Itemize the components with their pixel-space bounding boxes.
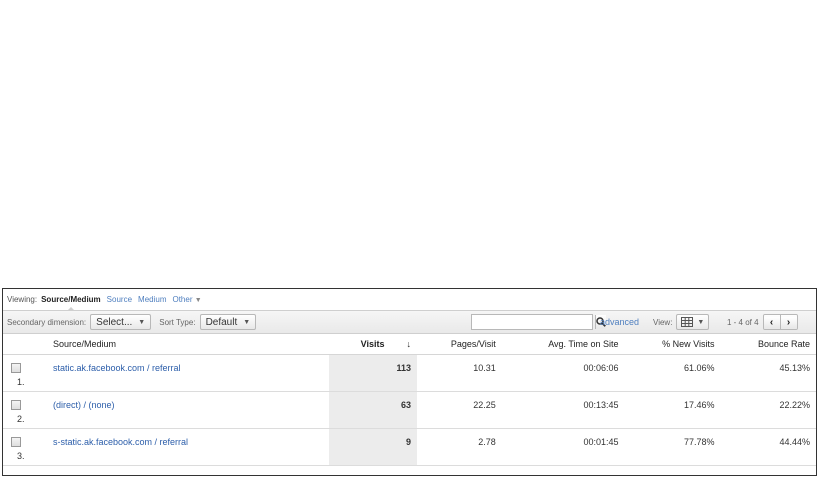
sort-type-value: Default xyxy=(205,316,238,328)
chevron-down-icon: ▼ xyxy=(243,318,251,326)
row-select-cell: 3. xyxy=(3,428,47,466)
table-header-row: Source/Medium Visits ↓ Pages/Visit Avg. T… xyxy=(3,334,816,355)
dimension-source-medium[interactable]: Source/Medium xyxy=(41,295,101,312)
dimension-medium[interactable]: Medium xyxy=(138,295,166,304)
secondary-dimension-dropdown[interactable]: Select... ▼ xyxy=(90,314,152,330)
column-header-source[interactable]: Source/Medium xyxy=(47,334,329,355)
advanced-filter-link[interactable]: advanced xyxy=(600,317,639,327)
search-input[interactable] xyxy=(472,315,595,329)
report-table-panel: Viewing: Source/Medium Source Medium Oth… xyxy=(2,288,817,476)
bounce-rate-cell: 22.22% xyxy=(720,391,816,429)
column-header-bounce-rate[interactable]: Bounce Rate xyxy=(720,334,816,355)
dimension-other[interactable]: Other ▼ xyxy=(172,295,201,304)
view-type-dropdown[interactable]: ▼ xyxy=(676,314,710,330)
row-number: 2. xyxy=(17,414,25,424)
next-page-button[interactable]: › xyxy=(779,315,797,329)
row-number: 1. xyxy=(17,377,25,387)
secondary-dimension-value: Select... xyxy=(96,316,133,328)
bounce-rate-cell: 44.44% xyxy=(720,428,816,466)
dimension-selector: Viewing: Source/Medium Source Medium Oth… xyxy=(3,289,816,312)
source-cell: s-static.ak.facebook.com / referral xyxy=(47,428,329,466)
pages-cell: 22.25 xyxy=(417,391,502,429)
row-range: 1 - 4 of 4 xyxy=(727,317,759,327)
row-checkbox[interactable] xyxy=(11,363,21,373)
data-table: Source/Medium Visits ↓ Pages/Visit Avg. T… xyxy=(3,334,816,466)
secondary-dimension-label: Secondary dimension: xyxy=(7,317,87,327)
table-row: 1. static.ak.facebook.com / referral 113… xyxy=(3,354,816,392)
dimension-other-label: Other xyxy=(172,295,193,304)
visits-cell: 113 xyxy=(329,354,417,392)
sort-type-dropdown[interactable]: Default ▼ xyxy=(199,314,257,330)
new-visits-cell: 77.78% xyxy=(624,428,721,466)
pages-cell: 10.31 xyxy=(417,354,502,392)
source-link[interactable]: s-static.ak.facebook.com / referral xyxy=(53,437,188,447)
column-header-avg-time[interactable]: Avg. Time on Site xyxy=(501,334,625,355)
source-link[interactable]: static.ak.facebook.com / referral xyxy=(53,363,181,373)
table-toolbar: Secondary dimension: Select... ▼ Sort Ty… xyxy=(3,311,816,334)
table-search xyxy=(471,314,606,330)
bounce-rate-cell: 45.13% xyxy=(720,354,816,392)
visits-cell: 9 xyxy=(329,428,417,466)
source-cell: (direct) / (none) xyxy=(47,391,329,429)
row-select-cell: 1. xyxy=(3,354,47,392)
prev-page-button[interactable]: ‹ xyxy=(763,315,780,329)
chevron-down-icon: ▼ xyxy=(194,297,202,304)
source-cell: static.ak.facebook.com / referral xyxy=(47,354,329,392)
pagination: 1 - 4 of 4 ‹ › xyxy=(727,314,798,330)
view-selector: View: ▼ xyxy=(653,314,710,330)
chevron-left-icon: ‹ xyxy=(763,316,780,328)
time-cell: 00:06:06 xyxy=(501,354,625,392)
row-select-cell: 2. xyxy=(3,391,47,429)
sort-descending-icon: ↓ xyxy=(406,339,412,349)
table-row: 3. s-static.ak.facebook.com / referral 9… xyxy=(3,428,816,466)
visits-header-label: Visits xyxy=(360,339,385,349)
source-link[interactable]: (direct) / (none) xyxy=(53,400,115,410)
row-checkbox[interactable] xyxy=(11,437,21,447)
view-label: View: xyxy=(653,317,673,327)
table-row: 2. (direct) / (none) 63 22.25 00:13:45 1… xyxy=(3,391,816,429)
chevron-right-icon: › xyxy=(780,316,797,328)
table-grid-icon xyxy=(681,317,694,327)
pages-cell: 2.78 xyxy=(417,428,502,466)
checkbox-column-header xyxy=(3,334,47,355)
dimension-source[interactable]: Source xyxy=(107,295,132,304)
viewing-label: Viewing: xyxy=(7,295,38,304)
chevron-down-icon: ▼ xyxy=(697,318,705,326)
row-checkbox[interactable] xyxy=(11,400,21,410)
new-visits-cell: 17.46% xyxy=(624,391,721,429)
row-number: 3. xyxy=(17,451,25,461)
visits-cell: 63 xyxy=(329,391,417,429)
new-visits-cell: 61.06% xyxy=(624,354,721,392)
column-header-new-visits[interactable]: % New Visits xyxy=(624,334,721,355)
column-header-pages-per-visit[interactable]: Pages/Visit xyxy=(417,334,502,355)
chevron-down-icon: ▼ xyxy=(138,318,146,326)
column-header-visits[interactable]: Visits ↓ xyxy=(329,334,417,355)
time-cell: 00:13:45 xyxy=(501,391,625,429)
sort-type-label: Sort Type: xyxy=(159,317,196,327)
time-cell: 00:01:45 xyxy=(501,428,625,466)
